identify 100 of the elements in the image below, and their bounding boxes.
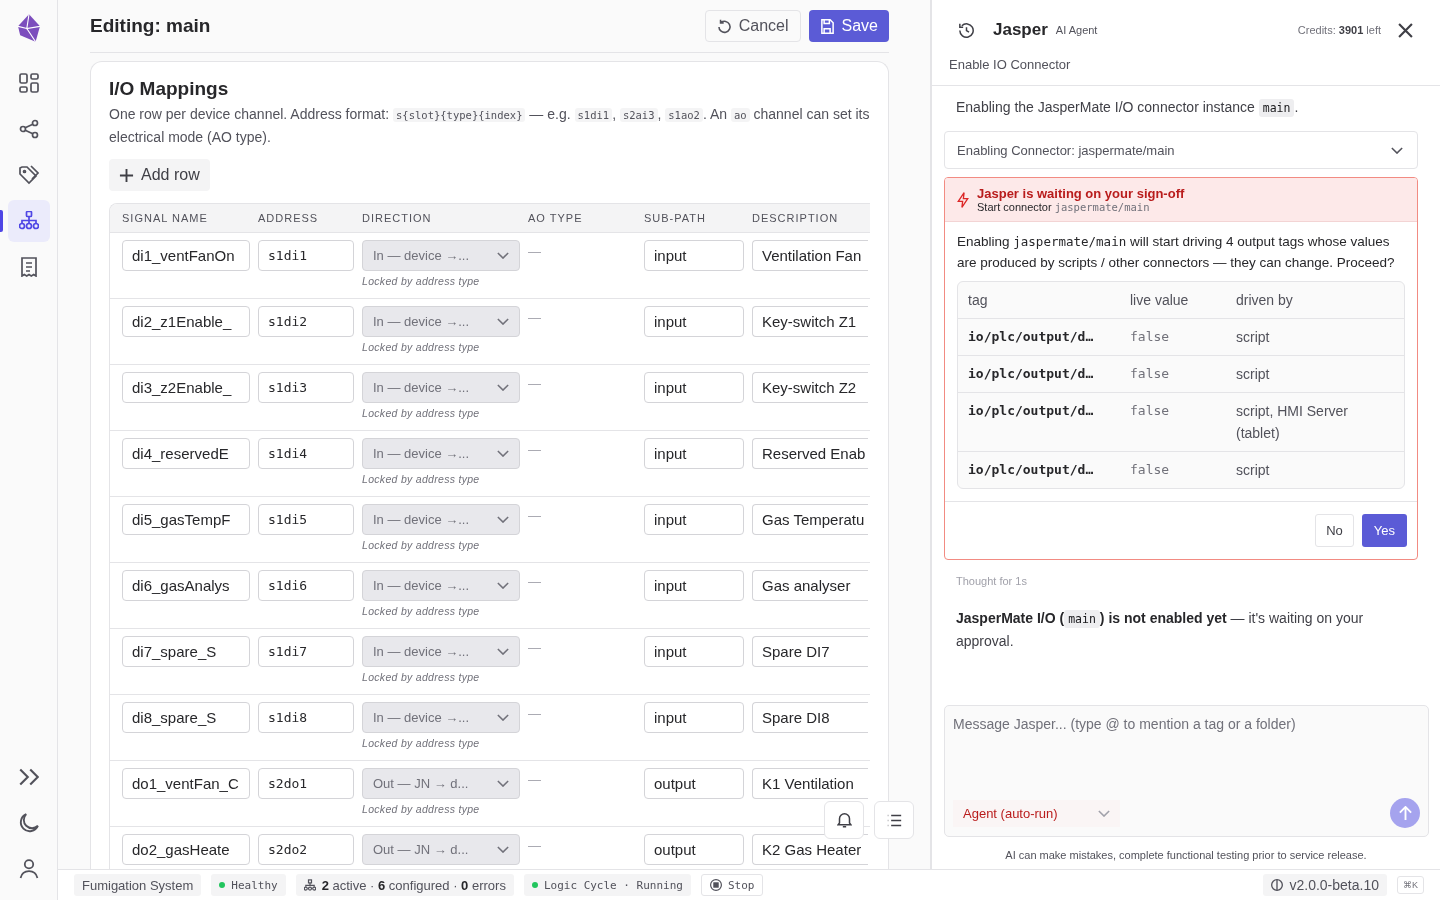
- signal-name-field[interactable]: di6_gasAnalys: [122, 570, 250, 601]
- driven-by-cell-text: script: [1236, 365, 1271, 384]
- description-field[interactable]: Ventilation Fan: [752, 240, 868, 271]
- direction-select[interactable]: Out — JN → d...: [362, 834, 520, 865]
- description-field[interactable]: Key-switch Z1: [752, 306, 868, 337]
- notification-button[interactable]: [824, 801, 864, 839]
- locked-note: Locked by address type: [362, 275, 481, 287]
- direction-select[interactable]: In — device →...: [362, 372, 520, 403]
- yes-button[interactable]: Yes: [1361, 514, 1407, 547]
- description-field[interactable]: K2 Gas Heater: [752, 834, 868, 865]
- description-field[interactable]: Gas analyser: [752, 570, 868, 601]
- signal-name-field[interactable]: do1_ventFan_C: [122, 768, 250, 799]
- direction-select[interactable]: In — device →...: [362, 636, 520, 667]
- undo-icon: [716, 18, 732, 34]
- signal-name-field[interactable]: di3_z2Enable_: [122, 372, 250, 403]
- agent-role: AI Agent: [1055, 24, 1098, 36]
- description-field[interactable]: Key-switch Z2: [752, 372, 868, 403]
- value-cell-text: false: [1130, 402, 1171, 420]
- ao-type-cell-text: —: [528, 837, 541, 853]
- description-field[interactable]: K1 Ventilation: [752, 768, 868, 799]
- locked-note: Locked by address type: [362, 539, 481, 551]
- address-field[interactable]: s1di5: [258, 504, 354, 535]
- sub-path-field[interactable]: input: [644, 240, 744, 271]
- grid-icon: [18, 73, 39, 93]
- address-field[interactable]: s1di2: [258, 306, 354, 337]
- stop-icon: [709, 879, 722, 891]
- version-text: v2.0.0-beta.10: [1289, 877, 1379, 893]
- direction-select[interactable]: In — device →...: [362, 306, 520, 337]
- direction-select[interactable]: Out — JN → d...: [362, 768, 520, 799]
- driven-by-cell-text: script: [1236, 461, 1271, 480]
- direction-select[interactable]: In — device →...: [362, 240, 520, 271]
- active-indicator: [0, 210, 3, 232]
- hierarchy-icon: [18, 211, 39, 231]
- address-field[interactable]: s1di3: [258, 372, 354, 403]
- ao-type-cell-text: —: [528, 441, 541, 457]
- user-icon: [18, 859, 39, 879]
- sub-path-field[interactable]: input: [644, 702, 744, 733]
- sub-path-field[interactable]: output: [644, 768, 744, 799]
- sub-path-field[interactable]: input: [644, 306, 744, 337]
- sub-path-field[interactable]: input: [644, 372, 744, 403]
- sub-path-field[interactable]: input: [644, 504, 744, 535]
- address-field[interactable]: s1di8: [258, 702, 354, 733]
- thought-label: Thought for 1s: [956, 575, 1028, 587]
- direction-select[interactable]: In — device →...: [362, 702, 520, 733]
- step-accordion[interactable]: Enabling Connector: jaspermate/main: [944, 131, 1418, 169]
- conversation-title: Enable IO Connector: [932, 44, 1440, 86]
- ao-type-cell-text: —: [528, 507, 541, 523]
- shortcut-key[interactable]: ⌘K: [1397, 876, 1424, 894]
- signal-name-field[interactable]: do2_gasHeate: [122, 834, 250, 865]
- address-field[interactable]: s1di1: [258, 240, 354, 271]
- no-button[interactable]: No: [1315, 514, 1354, 547]
- direction-select[interactable]: In — device →...: [362, 570, 520, 601]
- address-field[interactable]: s2do1: [258, 768, 354, 799]
- description-field[interactable]: Reserved Enab: [752, 438, 868, 469]
- hierarchy-nav-button[interactable]: [7, 200, 50, 242]
- column-header: SIGNAL NAME: [122, 212, 209, 224]
- connectors-summary: 2 active · 6 configured · 0 errors: [321, 877, 506, 893]
- locked-note: Locked by address type: [362, 803, 481, 815]
- sub-path-field[interactable]: input: [644, 570, 744, 601]
- signal-name-field[interactable]: di8_spare_S: [122, 702, 250, 733]
- sub-path-field[interactable]: output: [644, 834, 744, 865]
- add-row-button[interactable]: Add row: [109, 159, 210, 191]
- stop-button[interactable]: Stop: [700, 874, 764, 896]
- agent-message: Enabling the JasperMate I/O connector instance main .: [956, 98, 1300, 119]
- history-icon: [959, 22, 974, 38]
- locked-note: Locked by address type: [362, 671, 481, 683]
- chevron-down-icon: [497, 318, 509, 325]
- direction-select[interactable]: In — device →...: [362, 438, 520, 469]
- disclaimer-text: AI can make mistakes, complete functional testing prior to service release.: [1004, 848, 1368, 863]
- signal-name-field[interactable]: di7_spare_S: [122, 636, 250, 667]
- signal-name-field[interactable]: di5_gasTempF: [122, 504, 250, 535]
- plus-icon: [119, 167, 134, 183]
- chevron-down-icon: [497, 450, 509, 457]
- status-dot: [531, 882, 538, 888]
- chevron-down-icon: [497, 582, 509, 589]
- chevron-down-icon: [497, 384, 509, 391]
- ao-type-cell-text: —: [528, 573, 541, 589]
- locked-note: Locked by address type: [362, 407, 481, 419]
- direction-select[interactable]: In — device →...: [362, 504, 520, 535]
- address-field[interactable]: s1di7: [258, 636, 354, 667]
- tag-icon: [18, 165, 39, 185]
- description-field[interactable]: Spare DI8: [752, 702, 868, 733]
- message-field[interactable]: Message Jasper... (type @ to mention a tag or a folder) Agent (auto-run): [944, 705, 1429, 837]
- column-header: DIRECTION: [362, 212, 433, 224]
- address-field[interactable]: s1di6: [258, 570, 354, 601]
- value-cell-text: false: [1130, 461, 1171, 479]
- cancel-button[interactable]: Cancel: [704, 10, 801, 42]
- signal-name-field[interactable]: di1_ventFanOn: [122, 240, 250, 271]
- sub-path-field[interactable]: input: [644, 438, 744, 469]
- description-field[interactable]: Gas Temperatu: [752, 504, 868, 535]
- signal-name-field[interactable]: di2_z1Enable_: [122, 306, 250, 337]
- address-field[interactable]: s2do2: [258, 834, 354, 865]
- description-field[interactable]: Spare DI7: [752, 636, 868, 667]
- sub-path-field[interactable]: input: [644, 636, 744, 667]
- column-header: tag: [968, 291, 989, 310]
- mode-dropdown[interactable]: Agent (auto-run): [953, 799, 1120, 827]
- tag-cell-text: io/plc/output/d…: [968, 461, 1095, 479]
- save-button[interactable]: Save: [808, 10, 889, 42]
- address-field[interactable]: s1di4: [258, 438, 354, 469]
- signal-name-field[interactable]: di4_reservedE: [122, 438, 250, 469]
